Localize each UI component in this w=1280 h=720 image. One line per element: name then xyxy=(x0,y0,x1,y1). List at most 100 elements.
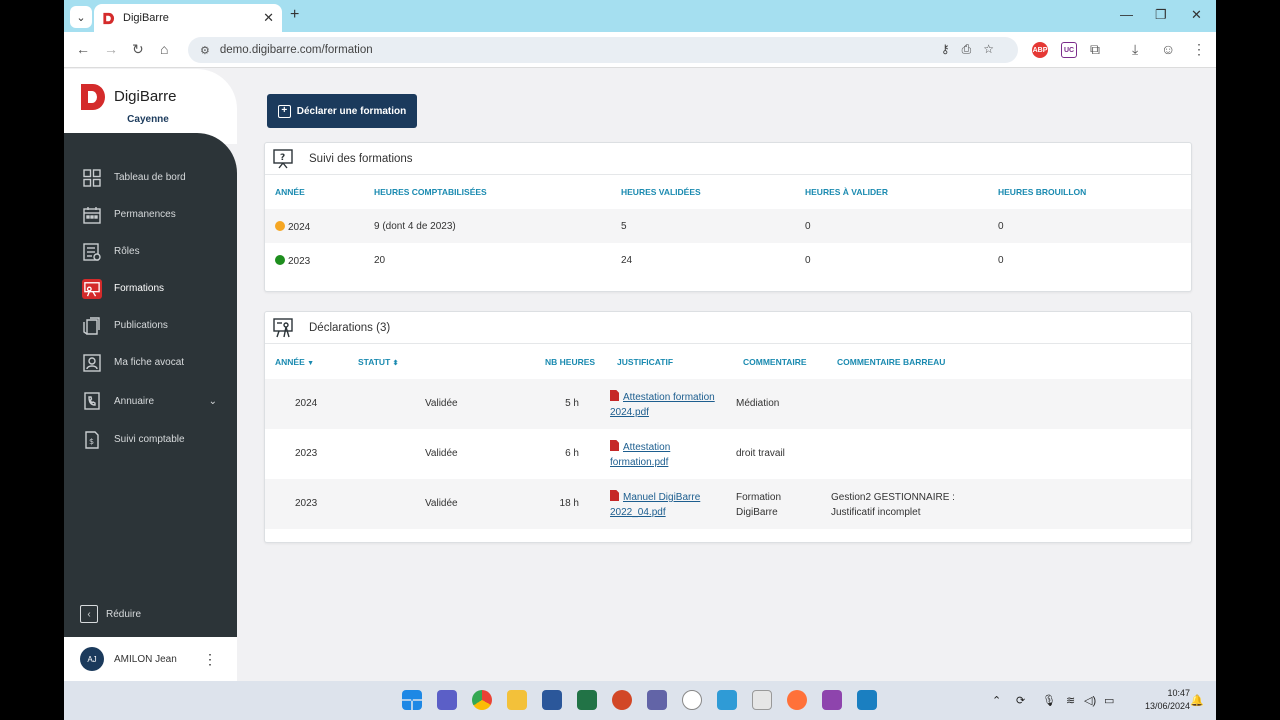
file-explorer-icon[interactable] xyxy=(507,690,527,710)
clock-time: 10:47 xyxy=(1167,688,1190,698)
justificatif-link[interactable]: Manuel DigiBarre 2022_04.pdf xyxy=(610,490,700,520)
home-icon[interactable]: ⌂ xyxy=(160,41,168,57)
declare-button-label: Déclarer une formation xyxy=(296,105,407,117)
start-menu-icon[interactable] xyxy=(402,690,422,710)
minimize-icon[interactable]: — xyxy=(1120,7,1133,22)
reload-icon[interactable]: ↻ xyxy=(132,41,144,58)
new-tab-icon[interactable]: + xyxy=(290,6,299,24)
keepass-icon[interactable] xyxy=(682,690,702,710)
back-icon[interactable]: ← xyxy=(76,41,90,57)
bookmark-star-icon[interactable]: ☆ xyxy=(983,42,1006,56)
key-icon[interactable]: ⚷ xyxy=(941,42,962,56)
suivi-formations-card: ? Suivi des formations ANNÉE HEURES COMP… xyxy=(264,142,1192,292)
barreau-line2: Justificatif incomplet xyxy=(831,507,921,518)
accounting-icon: $ xyxy=(82,430,102,450)
notification-bell-icon[interactable]: 🔔 xyxy=(1190,694,1204,707)
comment-line1: Formation xyxy=(736,492,782,503)
sidebar-item-label: Tableau de bord xyxy=(114,172,186,183)
firefox-icon[interactable] xyxy=(787,690,807,710)
reduce-sidebar-button[interactable]: ‹ Réduire xyxy=(80,605,141,623)
col-header-annee[interactable]: ANNÉE xyxy=(275,187,305,197)
chrome-icon[interactable] xyxy=(472,690,492,710)
col-header-heures-comptabilisees[interactable]: HEURES COMPTABILISÉES xyxy=(374,187,487,197)
col-header-annee-sort[interactable]: ANNÉE ▼ xyxy=(275,357,314,367)
col-header-nb-heures[interactable]: NB HEURES xyxy=(545,357,595,367)
collapse-left-icon: ‹ xyxy=(80,605,98,623)
tab-close-icon[interactable]: ✕ xyxy=(263,10,274,26)
sidebar-item-ma-fiche-avocat[interactable]: Ma fiche avocat xyxy=(64,344,237,381)
file-name-line2: formation.pdf xyxy=(610,457,669,468)
uc-extension-icon[interactable]: UC xyxy=(1061,42,1077,58)
year-cell: 2024 xyxy=(275,221,310,233)
declare-formation-button[interactable]: + Déclarer une formation xyxy=(267,94,417,128)
justificatif-link[interactable]: Attestation formation.pdf xyxy=(610,440,670,470)
user-panel: AJ AMILON Jean ⋮ xyxy=(64,637,237,681)
sidebar-item-tableau-de-bord[interactable]: Tableau de bord xyxy=(64,159,237,196)
sidebar-item-permanences[interactable]: Permanences xyxy=(64,196,237,233)
sidebar-item-roles[interactable]: Rôles xyxy=(64,233,237,270)
excel-icon[interactable] xyxy=(577,690,597,710)
install-app-icon[interactable]: ⎙ xyxy=(962,42,984,56)
year-cell: 2023 xyxy=(295,498,318,509)
forward-icon[interactable]: → xyxy=(104,41,118,57)
extensions-puzzle-icon[interactable]: ⧉ xyxy=(1090,41,1100,58)
tray-overflow-icon[interactable]: ⌃ xyxy=(992,694,1001,707)
outlook-icon[interactable] xyxy=(717,690,737,710)
window-close-icon[interactable]: ✕ xyxy=(1191,7,1202,23)
word-icon[interactable] xyxy=(542,690,562,710)
clipchamp-icon[interactable] xyxy=(822,690,842,710)
profile-icon[interactable]: ☺ xyxy=(1161,41,1175,57)
omnibox-actions: ⚷⎙☆ xyxy=(941,42,1006,57)
browser-toolbar: ← → ↻ ⌂ ⚙ demo.digibarre.com/formation ⚷… xyxy=(64,32,1216,68)
col-header-commentaire[interactable]: COMMENTAIRE xyxy=(743,357,807,367)
presentation-pointer-icon xyxy=(273,317,293,338)
snipping-tool-icon[interactable] xyxy=(752,690,772,710)
tab-search-button[interactable]: ⌄ xyxy=(70,6,92,28)
restore-icon[interactable]: ❐ xyxy=(1155,7,1167,23)
avatar[interactable]: AJ xyxy=(80,647,104,671)
battery-icon[interactable]: ▭ xyxy=(1104,694,1114,707)
col-header-commentaire-barreau[interactable]: COMMENTAIRE BARREAU xyxy=(837,357,945,367)
comment-cell: Formation DigiBarre xyxy=(736,490,781,520)
teams-work-icon[interactable] xyxy=(647,690,667,710)
justificatif-link[interactable]: Attestation formation 2024.pdf xyxy=(610,390,715,420)
sidebar-item-label: Publications xyxy=(114,320,168,331)
uc-label: UC xyxy=(1063,46,1075,54)
svg-text:?: ? xyxy=(280,153,285,163)
status-cell: Validée xyxy=(425,498,458,509)
system-clock[interactable]: 10:47 13/06/2024 xyxy=(1145,687,1190,713)
col-header-justificatif[interactable]: JUSTIFICATIF xyxy=(617,357,673,367)
wifi-icon[interactable]: ≋ xyxy=(1066,694,1075,707)
sync-icon[interactable]: ⟳ xyxy=(1016,694,1025,707)
col-header-statut-sort[interactable]: STATUT ⬍ xyxy=(358,357,399,367)
sidebar-item-suivi-comptable[interactable]: $ Suivi comptable xyxy=(64,421,237,458)
microphone-icon[interactable]: 🎙 xyxy=(1042,694,1056,707)
browser-menu-icon[interactable]: ⋮ xyxy=(1192,41,1206,58)
col-header-heures-a-valider[interactable]: HEURES À VALIDER xyxy=(805,187,888,197)
download-icon[interactable]: ⤓ xyxy=(1132,41,1138,58)
formations-icon xyxy=(82,278,102,299)
chevron-down-icon[interactable]: ⌄ xyxy=(209,396,217,407)
site-info-icon[interactable]: ⚙ xyxy=(200,44,210,57)
volume-icon[interactable]: ◁) xyxy=(1084,694,1096,707)
address-bar[interactable]: ⚙ demo.digibarre.com/formation ⚷⎙☆ xyxy=(188,37,1018,63)
col-header-heures-brouillon[interactable]: HEURES BROUILLON xyxy=(998,187,1086,197)
sidebar-item-formations[interactable]: Formations xyxy=(64,270,237,307)
tab-title: DigiBarre xyxy=(123,12,169,24)
browser-tab[interactable]: DigiBarre ✕ xyxy=(94,4,282,32)
calendar-icon xyxy=(82,205,102,225)
year-value: 2024 xyxy=(288,222,311,233)
teams-icon[interactable] xyxy=(437,690,457,710)
adblock-extension-icon[interactable]: ABP xyxy=(1032,42,1048,58)
powerpoint-icon[interactable] xyxy=(612,690,632,710)
sidebar-item-annuaire[interactable]: Annuaire ⌄ xyxy=(64,381,237,421)
sidebar-menu: Tableau de bord Permanences Rôles Format… xyxy=(64,159,237,458)
sidebar-item-publications[interactable]: Publications xyxy=(64,307,237,344)
col-header-heures-validees[interactable]: HEURES VALIDÉES xyxy=(621,187,701,197)
user-menu-icon[interactable]: ⋮ xyxy=(203,651,217,668)
digibarre-logo-icon xyxy=(81,84,105,110)
svg-text:$: $ xyxy=(89,437,94,446)
chevron-down-icon: ⌄ xyxy=(76,11,86,24)
year-cell: 2023 xyxy=(275,255,310,267)
remote-desktop-icon[interactable] xyxy=(857,690,877,710)
